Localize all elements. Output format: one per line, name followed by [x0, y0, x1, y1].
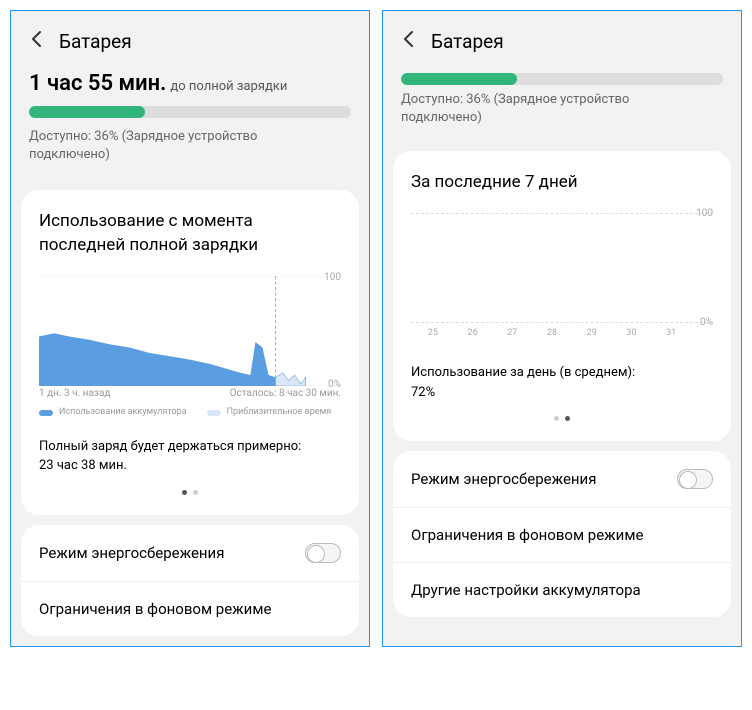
legend-usage-label: Использование аккумулятора [59, 407, 187, 417]
dot-2 [193, 490, 198, 495]
usage-card: Использование с момента последней полной… [21, 190, 359, 515]
pager-dots[interactable] [39, 490, 341, 495]
time-past: 1 дн. 3 ч. назад [39, 388, 110, 399]
dot-1 [554, 416, 559, 421]
power-save-label: Режим энергосбережения [411, 470, 596, 488]
legend-swatch-usage [39, 410, 53, 416]
weekly-card: За последние 7 дней 100 0% 25 26 27 28 2… [393, 151, 731, 441]
axis-0: 0% [700, 317, 713, 328]
battery-screen-2: Батарея Доступно: 36% (Зарядное устройст… [382, 10, 742, 647]
bg-limit-label: Ограничения в фоновом режиме [411, 526, 643, 544]
dot-2 [565, 416, 570, 421]
available-text: Доступно: 36% (Зарядное устройство подкл… [401, 91, 723, 127]
legend-approx-label: Приблизительное время [227, 407, 332, 417]
axis-100: 100 [324, 272, 341, 283]
charge-progress [29, 106, 351, 118]
back-icon[interactable] [399, 29, 419, 53]
header: Батарея [11, 11, 369, 71]
daily-average: Использование за день (в среднем): 72% [411, 363, 713, 402]
power-save-toggle[interactable] [305, 543, 341, 563]
weekly-title: За последние 7 дней [411, 171, 713, 195]
charge-summary: 1 час 55 мин. до полной зарядки Доступно… [11, 71, 369, 180]
pager-dots[interactable] [411, 416, 713, 421]
time-remaining: Осталось: 8 час 30 мин. [230, 388, 341, 399]
back-icon[interactable] [27, 29, 47, 53]
charge-progress-fill [401, 73, 517, 85]
power-save-toggle[interactable] [677, 469, 713, 489]
bg-limit-row[interactable]: Ограничения в фоновом режиме [393, 507, 731, 562]
settings-list: Режим энергосбережения Ограничения в фон… [21, 525, 359, 636]
available-text: Доступно: 36% (Зарядное устройство подкл… [29, 128, 351, 164]
charge-summary: Доступно: 36% (Зарядное устройство подкл… [383, 73, 741, 141]
time-to-full: 1 час 55 мин. [29, 71, 166, 96]
usage-area-chart: 100 0% [39, 276, 341, 386]
chart-legend: Использование аккумулятора Приблизительн… [39, 407, 341, 417]
charge-progress [401, 73, 723, 85]
axis-0: 0% [328, 379, 341, 390]
axis-100: 100 [696, 208, 713, 219]
time-to-full-suffix: до полной зарядки [170, 79, 287, 94]
battery-screen-1: Батарея 1 час 55 мин. до полной зарядки … [10, 10, 370, 647]
power-save-label: Режим энергосбережения [39, 544, 224, 562]
charge-progress-fill [29, 106, 145, 118]
usage-card-title: Использование с момента последней полной… [39, 210, 341, 258]
bg-limit-label: Ограничения в фоновом режиме [39, 600, 271, 618]
page-title: Батарея [431, 30, 504, 53]
weekly-bar-chart: 100 0% 25 26 27 28 29 30 31 [411, 213, 713, 323]
dot-1 [182, 490, 187, 495]
header: Батарея [383, 11, 741, 71]
settings-list: Режим энергосбережения Ограничения в фон… [393, 451, 731, 617]
power-save-row[interactable]: Режим энергосбережения [393, 451, 731, 507]
bg-limit-row[interactable]: Ограничения в фоновом режиме [21, 581, 359, 636]
page-title: Батарея [59, 30, 132, 53]
other-settings-label: Другие настройки аккумулятора [411, 581, 641, 599]
full-charge-estimate: Полный заряд будет держаться примерно: 2… [39, 437, 341, 476]
other-settings-row[interactable]: Другие настройки аккумулятора [393, 562, 731, 617]
power-save-row[interactable]: Режим энергосбережения [21, 525, 359, 581]
legend-swatch-approx [207, 410, 221, 416]
time-axis: 1 дн. 3 ч. назад Осталось: 8 час 30 мин. [39, 388, 341, 399]
